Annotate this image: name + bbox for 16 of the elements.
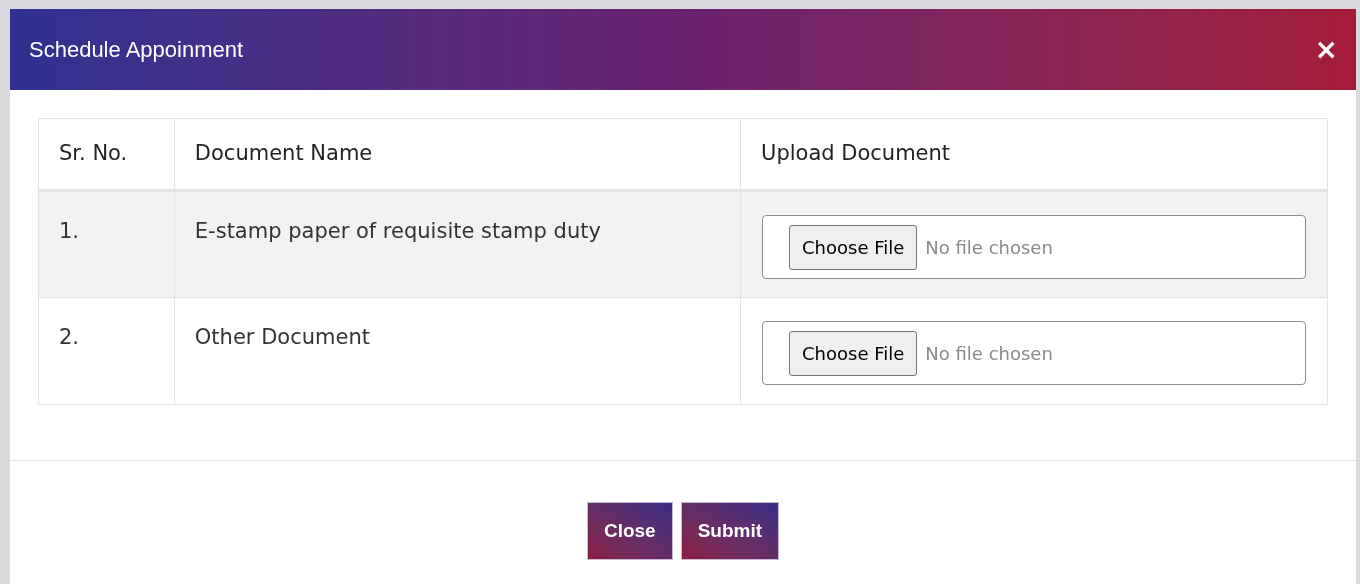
choose-file-button[interactable]: Choose File [789,224,918,270]
column-header: Sr. No. [38,118,175,191]
file-upload-field[interactable]: Choose File No file chosen [762,215,1307,279]
choose-file-button[interactable]: Choose File [789,330,918,376]
dialog-button[interactable]: Submit [680,502,780,560]
column-header: Upload Document [740,118,1328,191]
file-status: No file chosen [925,235,1053,260]
row-number: 1. [59,219,80,243]
row-number: 2. [59,325,80,349]
file-status: No file chosen [925,341,1053,366]
dialog-button[interactable]: Close [586,502,673,560]
document-name: E-stamp paper of requisite stamp duty [194,219,601,243]
file-upload-field[interactable]: Choose File No file chosen [762,321,1307,385]
document-name: Other Document [194,325,370,349]
column-header: Document Name [174,118,741,191]
dialog-title: Schedule Appoinment [29,36,244,64]
